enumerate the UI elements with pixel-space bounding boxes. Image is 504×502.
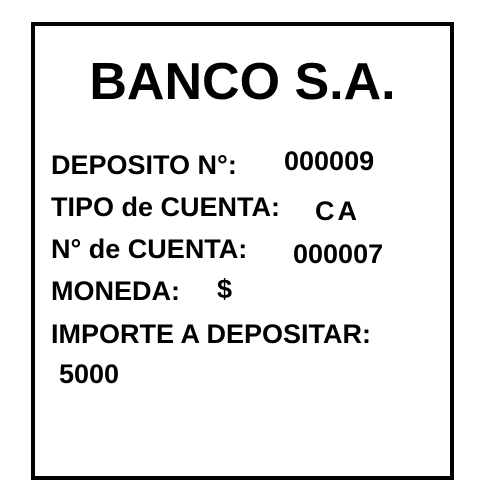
currency-label: MONEDA: (51, 276, 180, 306)
account-type-value: CA (315, 196, 360, 226)
amount-label: IMPORTE A DEPOSITAR: (51, 319, 372, 349)
currency-value: $ (217, 274, 233, 304)
account-number-value: 000007 (293, 239, 384, 269)
deposit-number-value: 000009 (284, 146, 375, 176)
bank-name: BANCO S.A. (89, 53, 396, 111)
amount-value: 5000 (59, 359, 120, 389)
deposit-number-label: DEPOSITO N°: (51, 150, 237, 180)
account-number-label: N° de CUENTA: (51, 234, 248, 264)
account-type-label: TIPO de CUENTA: (51, 192, 280, 222)
deposit-slip: BANCO S.A. DEPOSITO N°: 000009 TIPO de C… (31, 22, 454, 480)
